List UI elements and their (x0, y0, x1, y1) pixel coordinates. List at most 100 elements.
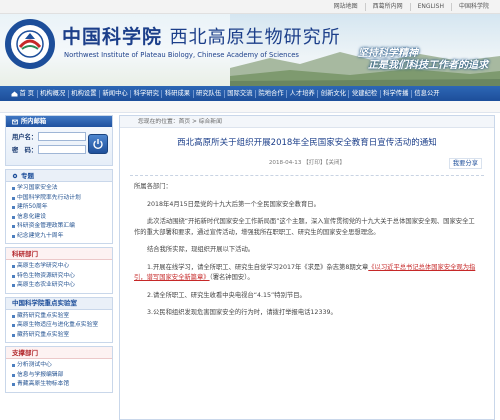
bullet-icon (12, 225, 15, 229)
nav-item-outreach[interactable]: 科学传播 (379, 89, 411, 98)
logo-emblem-icon (16, 30, 44, 58)
list-item[interactable]: 青藏高原生物标本馆 (12, 380, 112, 390)
login-title: 所内邮箱 (21, 118, 47, 125)
nav-item-culture[interactable]: 创新文化 (317, 89, 348, 98)
nav-item-international[interactable]: 国际交流 (223, 89, 255, 98)
list-item-label: 科研资金管理政策汇编 (17, 223, 75, 229)
bullet-icon (12, 373, 15, 377)
list-item[interactable]: 信息化建设 (12, 213, 112, 223)
nav-item-cooperation[interactable]: 院地合作 (254, 89, 286, 98)
paragraph: 3.公民和组织发现危害国家安全的行为时，请拨打举报电话12339。 (147, 309, 337, 316)
nav-item-about[interactable]: 机构概况 (36, 89, 68, 98)
list-item[interactable]: 藏药研究重点实验室 (12, 312, 112, 322)
institute-title-en: Northwest Institute of Plateau Biology, … (64, 51, 299, 59)
article-panel: 您现在的位置：首页 > 综合新闻 西北高原所关于组织开展2018年全民国家安全教… (119, 115, 495, 420)
article-date: 2018-04-13 (268, 160, 302, 166)
support-depts-box: 支撑部门 分析测试中心 信息与学报编辑部 青藏高原生物标本馆 (5, 346, 113, 393)
cas-script-title: 中国科学院 (62, 26, 163, 48)
list-item[interactable]: 高原生态农业研究中心 (12, 281, 112, 291)
bullet-icon (12, 284, 15, 288)
ticker-strip (0, 101, 500, 113)
support-depts-header: 支撑部门 (6, 347, 112, 359)
password-input[interactable] (38, 145, 86, 154)
nav-item-education[interactable]: 人才培养 (286, 89, 317, 98)
list-item[interactable]: 科研资金管理政策汇编 (12, 222, 112, 232)
paragraph-text: 1.开展在线学习，请全所职工、研究生自觉学习2017年《求是》杂志第8期文章 (147, 263, 369, 271)
mail-icon (12, 119, 18, 124)
list-item[interactable]: 高原生物适应与进化重点实验室 (12, 321, 112, 331)
list-item[interactable]: 纪念建党九十周年 (12, 232, 112, 242)
bullet-icon (12, 234, 15, 238)
list-item[interactable]: 中国科学院率先行动计划 (12, 194, 112, 204)
nav-item-party[interactable]: 党建纪检 (348, 89, 379, 98)
list-item[interactable]: 高原生态学研究中心 (12, 262, 112, 272)
cas-link[interactable]: 中国科学院 (450, 3, 496, 11)
topics-title: 专题 (21, 171, 34, 180)
list-item[interactable]: 建所50周年 (12, 203, 112, 213)
institute-title-cn: 中国科学院 西北高原生物研究所 (62, 22, 341, 49)
login-box-header: 所内邮箱 (6, 116, 112, 127)
main-nav: 首 页 机构概况 机构设置 新闻中心 科学研究 科研成果 研究队伍 国际交流 院… (0, 86, 500, 101)
site-banner: 中国科学院 西北高原生物研究所 Northwest Institute of P… (0, 14, 500, 86)
bullet-icon (12, 324, 15, 328)
list-item[interactable]: 学习国家安全法 (12, 184, 112, 194)
nav-item-departments[interactable]: 机构设置 (67, 89, 99, 98)
key-labs-header: 中国科学院重点实验室 (6, 297, 112, 310)
list-item-label: 分析测试中心 (17, 362, 52, 368)
bullet-icon (12, 265, 15, 269)
utility-bar: 网站地图 西葛所内网 ENGLISH 中国科学院 (0, 0, 500, 14)
article-print-close[interactable]: 【打印】【关闭】 (303, 160, 345, 166)
list-item-label: 纪念建党九十周年 (17, 232, 64, 239)
salutation: 所属各部门： (134, 183, 172, 190)
nav-item-team[interactable]: 研究队伍 (192, 89, 224, 98)
research-depts-list: 高原生态学研究中心 特色生物资源研究中心 高原生态农业研究中心 (6, 260, 112, 293)
login-box: 所内邮箱 用户名： 密 码： (5, 115, 113, 166)
list-item[interactable]: 分析测试中心 (12, 361, 112, 371)
nav-item-home[interactable]: 首 页 (8, 90, 37, 98)
left-sidebar: 所内邮箱 用户名： 密 码： 专题 学习国家安全法 中国科学院率先行动计划 建所… (5, 115, 113, 396)
password-label: 密 码： (12, 147, 38, 154)
login-button[interactable] (88, 134, 108, 154)
nav-item-research[interactable]: 科学研究 (130, 89, 161, 98)
list-item-label: 学习国家安全法 (17, 185, 58, 191)
list-item-label: 青藏高原生物标本馆 (17, 381, 70, 387)
home-icon (11, 91, 17, 96)
paragraph: 此次活动围绕“开拓新时代国家安全工作新局面”这个主题，深入宣传贯彻党的十九大关于… (134, 218, 475, 236)
institute-name: 西北高原生物研究所 (169, 27, 341, 48)
nav-item-results[interactable]: 科研成果 (161, 89, 192, 98)
key-labs-box: 中国科学院重点实验室 藏药研究重点实验室 高原生物适应与进化重点实验室 藏药研究… (5, 296, 113, 343)
topics-header: 专题 (6, 170, 112, 182)
nav-item-news[interactable]: 新闻中心 (98, 89, 130, 98)
institute-logo[interactable] (5, 19, 55, 69)
bullet-icon (12, 206, 15, 210)
list-item[interactable]: 信息与学报编辑部 (12, 371, 112, 381)
paragraph-suffix: （署名钟国安）。 (209, 274, 254, 281)
slogan-line-1: 坚持科学精神 (358, 48, 418, 59)
power-icon (93, 139, 103, 150)
list-item[interactable]: 特色生物资源研究中心 (12, 272, 112, 282)
site-map-link[interactable]: 网站地图 (327, 3, 365, 11)
key-labs-list: 藏药研究重点实验室 高原生物适应与进化重点实验室 藏药研究重点实验室 (6, 310, 112, 343)
nav-item-disclosure[interactable]: 信息公开 (410, 89, 442, 98)
bullet-icon (12, 187, 15, 191)
support-depts-list: 分析测试中心 信息与学报编辑部 青藏高原生物标本馆 (6, 359, 112, 392)
english-link[interactable]: ENGLISH (409, 3, 451, 11)
login-form: 用户名： 密 码： (6, 127, 112, 165)
list-item[interactable]: 藏药研究重点实验室 (12, 331, 112, 341)
breadcrumb[interactable]: 您现在的位置：首页 > 综合新闻 (120, 116, 494, 128)
list-item-label: 藏药研究重点实验室 (17, 312, 70, 319)
article-title: 西北高原所关于组织开展2018年全民国家安全教育日宣传活动的通知 (177, 138, 437, 148)
share-button[interactable]: 我要分享 (448, 158, 482, 169)
list-item-label: 藏药研究重点实验室 (17, 331, 70, 338)
bullet-icon (12, 314, 15, 318)
bullet-icon (12, 274, 15, 278)
list-item-label: 中国科学院率先行动计划 (17, 194, 81, 201)
intranet-link[interactable]: 西葛所内网 (364, 3, 410, 11)
paragraph: 2018年4月15日是党的十九大后第一个全民国家安全教育日。 (147, 200, 320, 208)
list-item-label: 高原生态农业研究中心 (17, 282, 75, 288)
username-input[interactable] (38, 132, 86, 141)
list-item-label: 高原生态学研究中心 (17, 263, 70, 269)
topics-box: 专题 学习国家安全法 中国科学院率先行动计划 建所50周年 信息化建设 科研资金… (5, 169, 113, 244)
article-meta: 2018-04-13 【打印】【关闭】 我要分享 (120, 158, 494, 170)
topics-list: 学习国家安全法 中国科学院率先行动计划 建所50周年 信息化建设 科研资金管理政… (6, 182, 112, 243)
